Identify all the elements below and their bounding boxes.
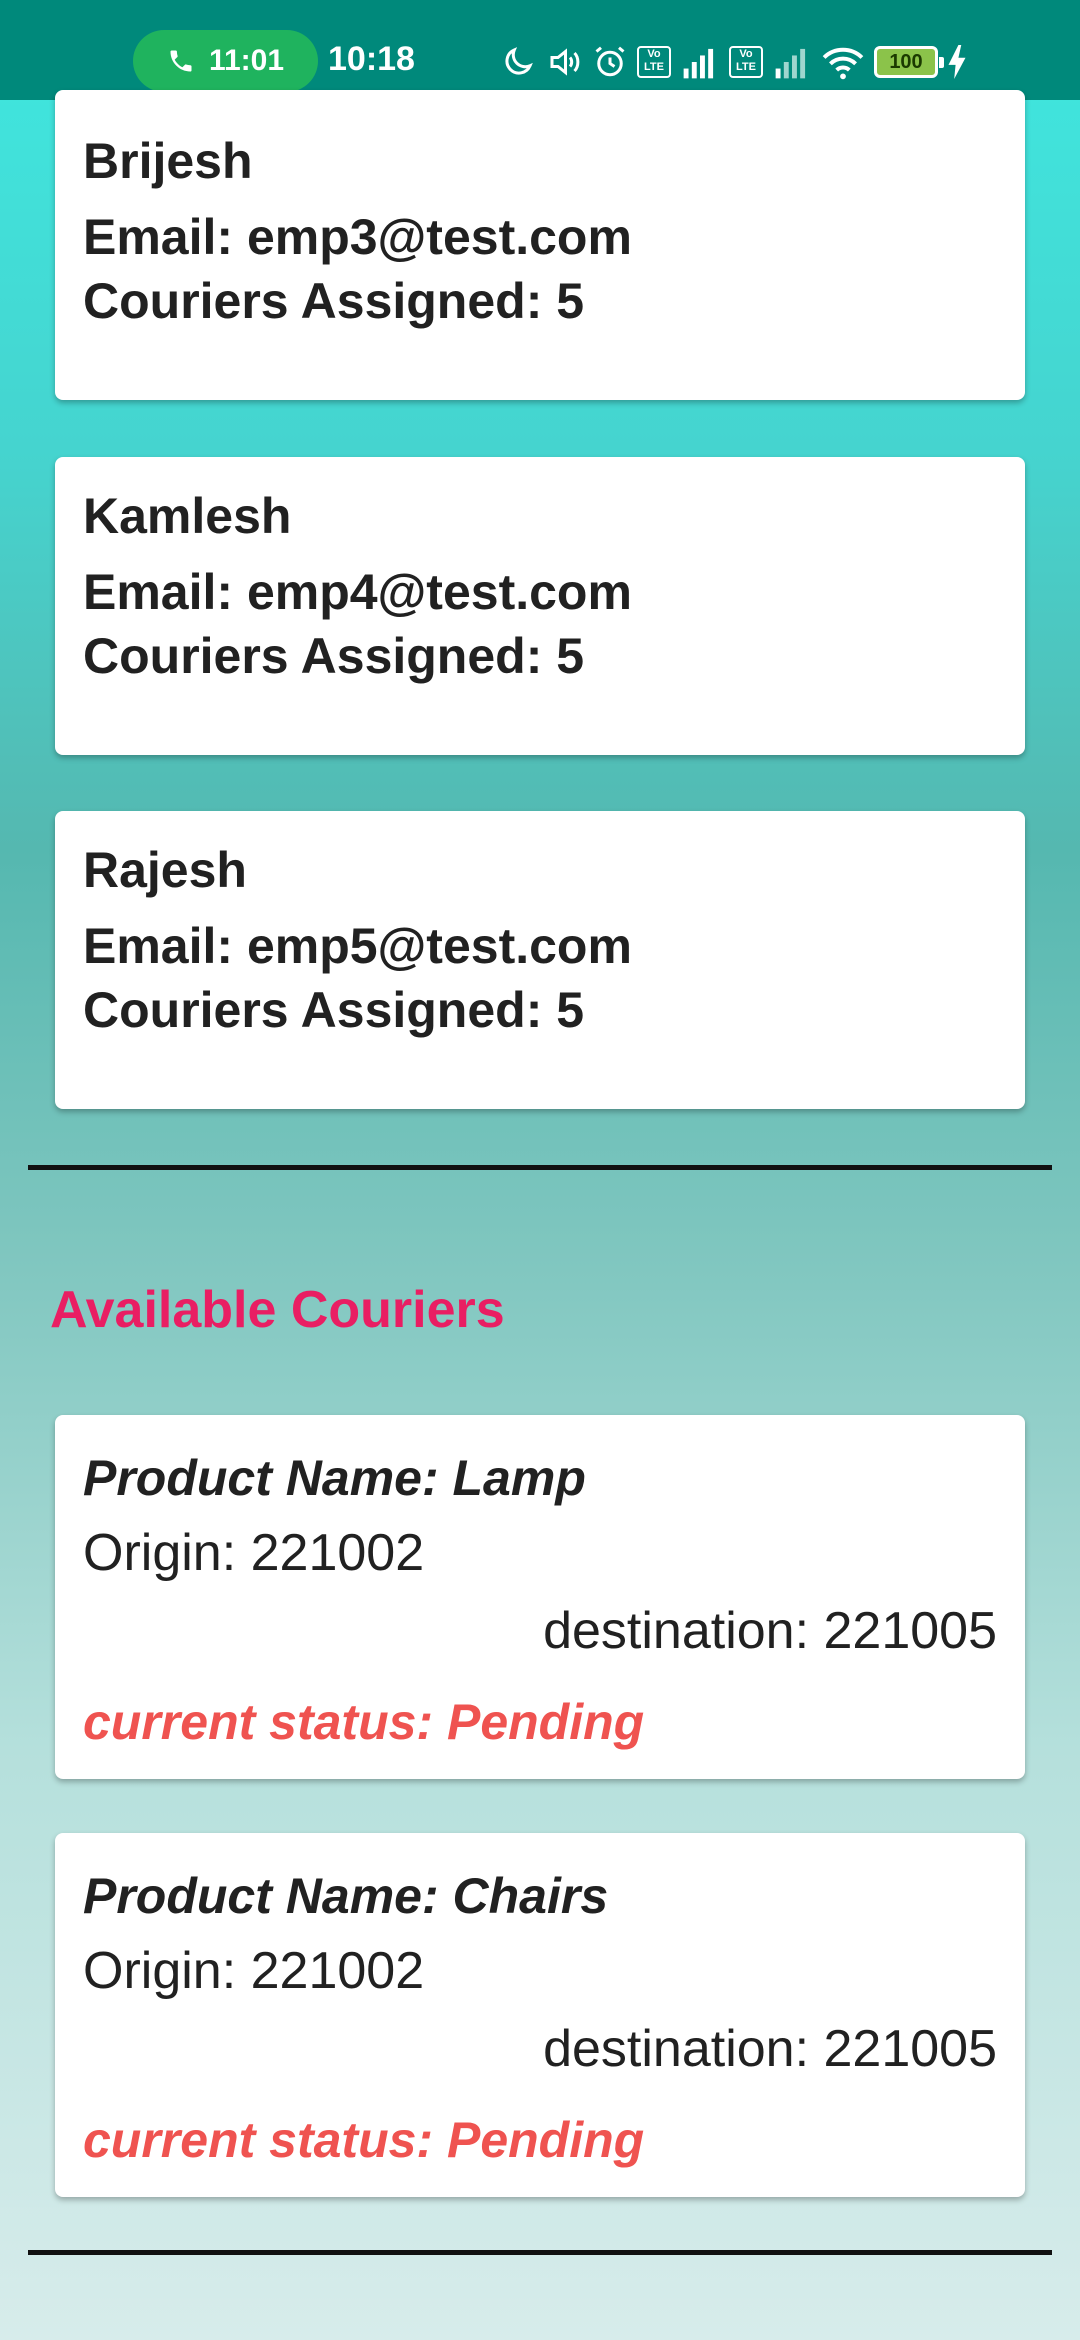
- courier-destination: destination: 221005: [543, 1602, 997, 1660]
- courier-destination: destination: 221005: [543, 2020, 997, 2078]
- courier-card[interactable]: Product Name: Lamp Origin: 221002 destin…: [55, 1415, 1025, 1779]
- alarm-icon: [595, 46, 625, 77]
- clock: 10:18: [328, 40, 415, 78]
- courier-origin: Origin: 221002: [83, 1524, 425, 1582]
- employee-email: Email: emp3@test.com: [83, 209, 632, 265]
- ongoing-call-chip[interactable]: 11:01: [133, 30, 318, 92]
- employee-email: Email: emp5@test.com: [83, 918, 632, 974]
- courier-status: current status: Pending: [83, 1694, 645, 1750]
- employee-couriers-assigned: Couriers Assigned: 5: [83, 628, 585, 684]
- courier-product-name: Product Name: Chairs: [83, 1868, 609, 1924]
- employee-name: Rajesh: [83, 842, 247, 898]
- section-title: Available Couriers: [50, 1281, 505, 1339]
- section-divider: [28, 1165, 1052, 1170]
- courier-product-name: Product Name: Lamp: [83, 1450, 586, 1506]
- volte-icon-sim2: Vo LTE: [729, 46, 763, 78]
- section-divider: [28, 2250, 1052, 2255]
- courier-status: current status: Pending: [83, 2112, 645, 2168]
- phone-icon: [170, 50, 192, 72]
- call-duration: 11:01: [208, 44, 285, 77]
- employee-email: Email: emp4@test.com: [83, 564, 632, 620]
- employee-couriers-assigned: Couriers Assigned: 5: [83, 273, 585, 329]
- employee-name: Brijesh: [83, 133, 253, 189]
- employee-card[interactable]: Brijesh Email: emp3@test.com Couriers As…: [55, 90, 1025, 400]
- moon-icon: [505, 47, 533, 75]
- charging-icon: [948, 45, 966, 79]
- courier-card[interactable]: Product Name: Chairs Origin: 221002 dest…: [55, 1833, 1025, 2197]
- battery-icon: 100: [874, 46, 944, 78]
- employee-name: Kamlesh: [83, 488, 292, 544]
- signal-icon: [683, 48, 714, 79]
- volte-icon: Vo LTE: [637, 46, 671, 78]
- wifi-icon: [822, 47, 864, 80]
- signal-icon-sim2: [775, 48, 806, 79]
- status-bar: 11:01 10:18 Vo LTE Vo LTE 100: [0, 0, 1080, 100]
- courier-origin: Origin: 221002: [83, 1942, 425, 2000]
- employee-card[interactable]: Kamlesh Email: emp4@test.com Couriers As…: [55, 457, 1025, 755]
- employee-card[interactable]: Rajesh Email: emp5@test.com Couriers Ass…: [55, 811, 1025, 1109]
- employee-couriers-assigned: Couriers Assigned: 5: [83, 982, 585, 1038]
- volume-icon: [550, 48, 580, 76]
